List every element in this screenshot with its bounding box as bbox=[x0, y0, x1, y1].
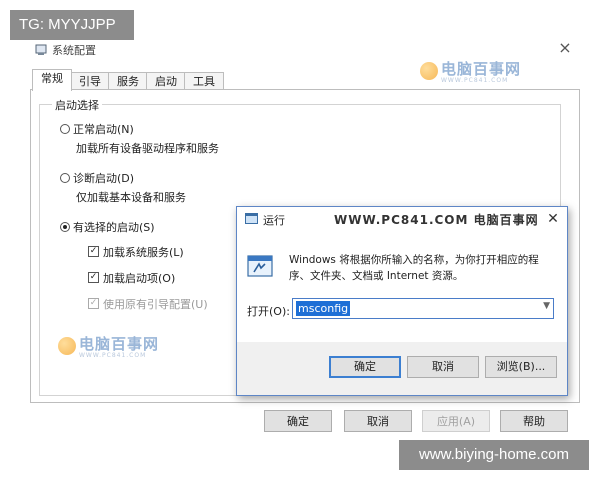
tab-strip: 常规 引导 服务 启动 工具 bbox=[30, 68, 586, 91]
help-button[interactable]: 帮助 bbox=[500, 410, 568, 432]
use-original-boot-config-checkbox: ✓ bbox=[88, 298, 99, 309]
load-startup-items-checkbox[interactable]: ✓ bbox=[88, 272, 99, 283]
load-startup-items-label[interactable]: 加载启动项(O) bbox=[103, 270, 175, 286]
apply-button: 应用(A) bbox=[422, 410, 490, 432]
tg-watermark: TG: MYYJJPP bbox=[10, 10, 134, 40]
diagnostic-startup-label[interactable]: 诊断启动(D) bbox=[73, 170, 134, 186]
run-description: Windows 将根据你所输入的名称，为你打开相应的程序、文件夹、文档或 Int… bbox=[289, 254, 539, 282]
run-title-bar: 运行 WWW.PC841.COM 电脑百事网 ✕ bbox=[237, 207, 567, 231]
run-icon bbox=[245, 213, 258, 224]
run-footer: 确定 取消 浏览(B)... bbox=[237, 342, 567, 395]
run-browse-button[interactable]: 浏览(B)... bbox=[485, 356, 557, 378]
load-system-services-checkbox[interactable]: ✓ bbox=[88, 246, 99, 257]
diagnostic-startup-desc: 仅加载基本设备和服务 bbox=[76, 191, 186, 204]
close-icon[interactable]: ✕ bbox=[543, 209, 563, 229]
use-original-boot-config-label: 使用原有引导配置(U) bbox=[103, 298, 208, 311]
chevron-down-icon[interactable]: ▼ bbox=[543, 301, 550, 311]
run-dialog: 运行 WWW.PC841.COM 电脑百事网 ✕ Windows 将根据你所输入… bbox=[236, 206, 568, 396]
load-system-services-label[interactable]: 加载系统服务(L) bbox=[103, 244, 184, 260]
normal-startup-label[interactable]: 正常启动(N) bbox=[73, 121, 134, 137]
pc841-logo-icon bbox=[58, 337, 76, 355]
run-title: 运行 bbox=[263, 214, 285, 227]
tab-general[interactable]: 常规 bbox=[32, 69, 72, 91]
group-label: 启动选择 bbox=[52, 97, 102, 113]
logo-text: 电脑百事网 bbox=[79, 335, 160, 353]
diagnostic-startup-radio[interactable] bbox=[60, 173, 70, 183]
system-config-icon bbox=[35, 44, 47, 55]
pc841-logo-bottom: 电脑百事网 WWW.PC841.COM bbox=[58, 333, 159, 359]
site-watermark: www.biying-home.com bbox=[399, 440, 589, 470]
open-label: 打开(O): bbox=[247, 305, 290, 318]
ok-button[interactable]: 确定 bbox=[264, 410, 332, 432]
normal-startup-radio[interactable] bbox=[60, 124, 70, 134]
selective-startup-radio[interactable] bbox=[60, 222, 70, 232]
selective-startup-label[interactable]: 有选择的启动(S) bbox=[73, 219, 155, 235]
normal-startup-desc: 加载所有设备驱动程序和服务 bbox=[76, 142, 219, 155]
close-icon[interactable]: × bbox=[556, 39, 574, 57]
cancel-button[interactable]: 取消 bbox=[344, 410, 412, 432]
window-title: 系统配置 bbox=[52, 44, 96, 57]
run-title-watermark: WWW.PC841.COM 电脑百事网 bbox=[334, 213, 539, 227]
open-input-value[interactable]: msconfig bbox=[296, 301, 351, 316]
run-ok-button[interactable]: 确定 bbox=[329, 356, 401, 378]
run-cancel-button[interactable]: 取消 bbox=[407, 356, 479, 378]
open-input[interactable]: msconfig ▼ bbox=[292, 298, 554, 319]
run-program-icon bbox=[247, 255, 273, 277]
